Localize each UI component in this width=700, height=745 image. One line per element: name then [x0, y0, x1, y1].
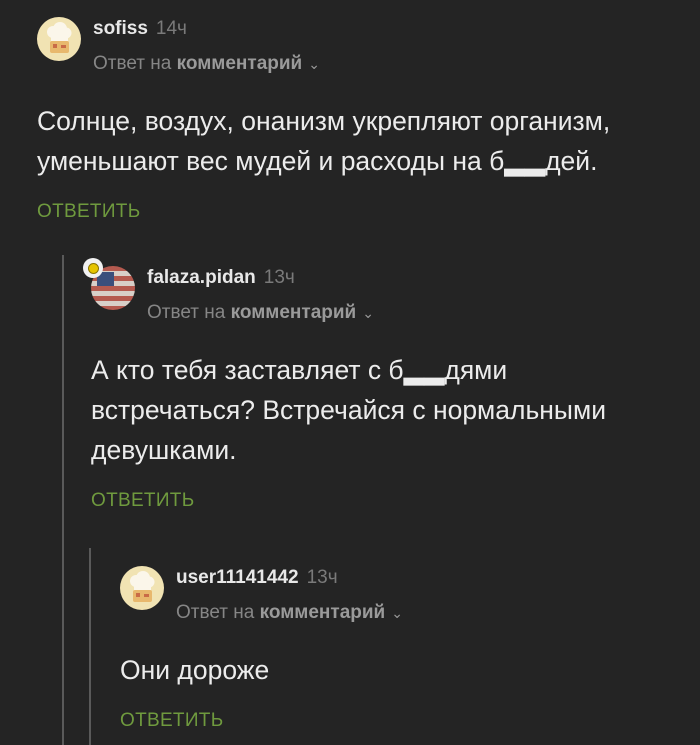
reply-button[interactable]: ОТВЕТИТЬ	[37, 201, 677, 223]
comment-text: Они дороже	[120, 655, 270, 685]
chef-hat-icon	[130, 571, 155, 602]
chevron-down-icon: ⌄	[391, 605, 403, 621]
comment-header: user11141442 13ч Ответ на комментарий ⌄	[120, 566, 680, 624]
comment-meta: user11141442 13ч Ответ на комментарий ⌄	[176, 566, 403, 624]
reply-prefix: Ответ на	[93, 53, 172, 74]
comment-meta: sofiss 14ч Ответ на комментарий ⌄	[93, 17, 320, 75]
reply-target: комментарий	[230, 302, 357, 323]
comment: sofiss 14ч Ответ на комментарий ⌄ Солнце, …	[37, 17, 677, 223]
avatar[interactable]	[83, 258, 135, 310]
timestamp: 13ч	[306, 567, 338, 588]
username[interactable]: sofiss	[93, 18, 148, 39]
thread-line-level-2	[89, 548, 91, 745]
reply-button[interactable]: ОТВЕТИТЬ	[120, 710, 680, 732]
reply-to-link[interactable]: Ответ на комментарий ⌄	[147, 302, 374, 324]
reply-button[interactable]: ОТВЕТИТЬ	[91, 490, 681, 512]
avatar[interactable]	[37, 17, 81, 61]
reply-target: комментарий	[176, 53, 303, 74]
chevron-down-icon: ⌄	[362, 305, 374, 321]
username[interactable]: user11141442	[176, 567, 299, 588]
comment-meta: falaza.pidan 13ч Ответ на комментарий ⌄	[147, 266, 374, 324]
chevron-down-icon: ⌄	[308, 56, 320, 72]
reply-prefix: Ответ на	[176, 602, 255, 623]
avatar[interactable]	[120, 566, 164, 610]
comment-header: sofiss 14ч Ответ на комментарий ⌄	[37, 17, 677, 75]
timestamp: 13ч	[263, 267, 295, 288]
comment-header: falaza.pidan 13ч Ответ на комментарий ⌄	[83, 258, 681, 324]
badge-icon	[83, 258, 103, 278]
thread-line-level-1	[62, 255, 64, 745]
comment-text: А кто тебя заставляет с б▂▂дями встречат…	[91, 355, 606, 465]
comment: falaza.pidan 13ч Ответ на комментарий ⌄ А …	[83, 258, 681, 512]
comment-text: Солнце, воздух, онанизм укрепляют органи…	[37, 106, 611, 176]
reply-target: комментарий	[259, 602, 386, 623]
chef-hat-icon	[47, 22, 72, 53]
reply-to-link[interactable]: Ответ на комментарий ⌄	[93, 53, 320, 75]
reply-to-link[interactable]: Ответ на комментарий ⌄	[176, 602, 403, 624]
reply-prefix: Ответ на	[147, 302, 226, 323]
timestamp: 14ч	[155, 18, 187, 39]
username[interactable]: falaza.pidan	[147, 267, 256, 288]
comment: user11141442 13ч Ответ на комментарий ⌄ Он…	[120, 566, 680, 732]
